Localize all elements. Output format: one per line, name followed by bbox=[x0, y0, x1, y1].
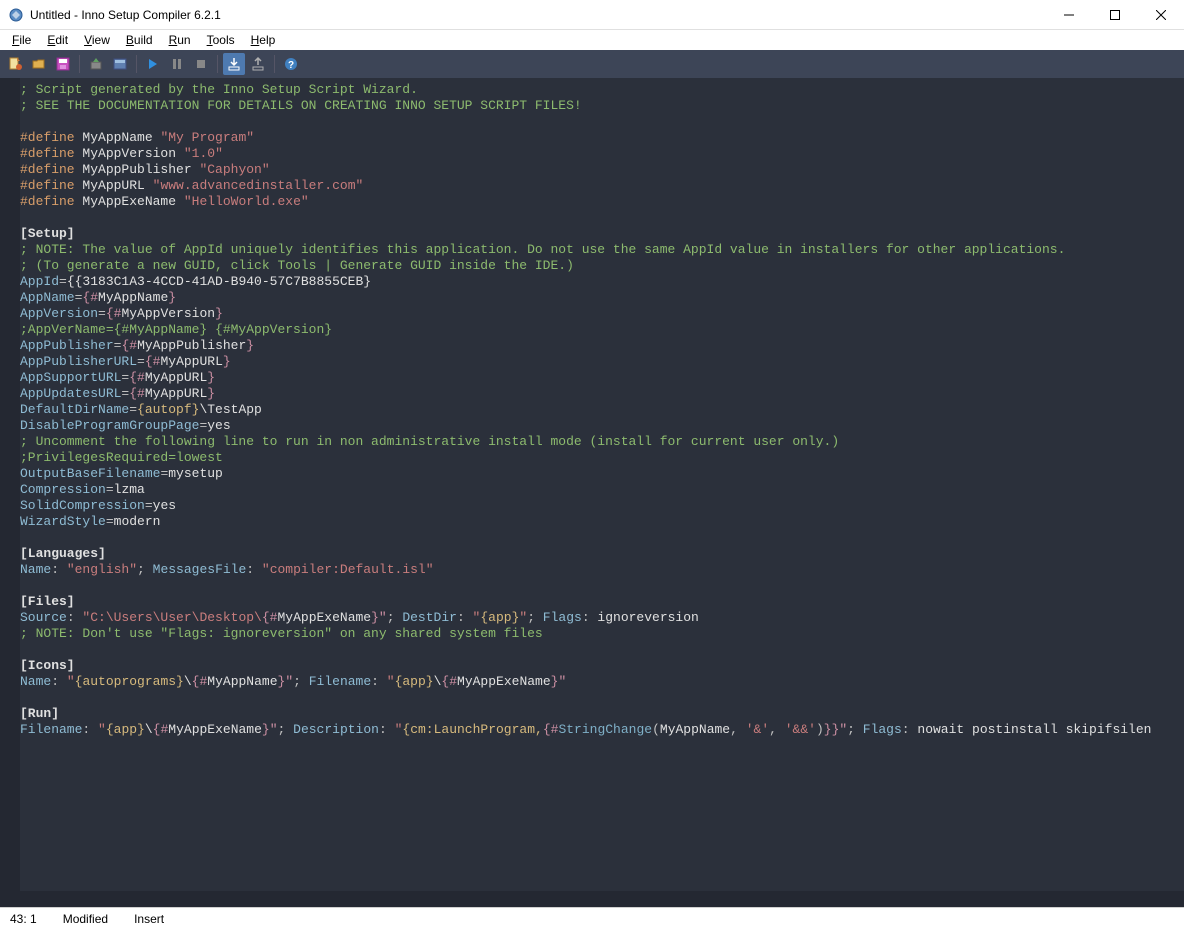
code-content[interactable]: ; Script generated by the Inno Setup Scr… bbox=[20, 78, 1184, 891]
toolbar: ? bbox=[0, 50, 1184, 78]
new-icon[interactable] bbox=[4, 53, 26, 75]
target-upload-icon[interactable] bbox=[247, 53, 269, 75]
modified-indicator: Modified bbox=[63, 912, 116, 926]
run-icon[interactable] bbox=[142, 53, 164, 75]
stop-icon[interactable] bbox=[190, 53, 212, 75]
menu-build[interactable]: Build bbox=[118, 31, 161, 49]
editor[interactable]: ; Script generated by the Inno Setup Scr… bbox=[0, 78, 1184, 891]
menu-view[interactable]: View bbox=[76, 31, 118, 49]
open-icon[interactable] bbox=[28, 53, 50, 75]
toolbar-separator bbox=[274, 55, 275, 73]
statusbar: 43: 1 Modified Insert bbox=[0, 907, 1184, 929]
menu-file[interactable]: File bbox=[4, 31, 39, 49]
toolbar-separator bbox=[136, 55, 137, 73]
compile-run-icon[interactable] bbox=[109, 53, 131, 75]
maximize-button[interactable] bbox=[1092, 0, 1138, 30]
menu-help[interactable]: Help bbox=[243, 31, 284, 49]
menu-tools[interactable]: Tools bbox=[199, 31, 243, 49]
toolbar-separator bbox=[217, 55, 218, 73]
menu-run[interactable]: Run bbox=[161, 31, 199, 49]
window-controls bbox=[1046, 0, 1184, 30]
insert-mode: Insert bbox=[134, 912, 172, 926]
titlebar: Untitled - Inno Setup Compiler 6.2.1 bbox=[0, 0, 1184, 30]
toolbar-separator bbox=[79, 55, 80, 73]
svg-text:?: ? bbox=[288, 60, 294, 71]
gutter bbox=[0, 78, 20, 891]
window-title: Untitled - Inno Setup Compiler 6.2.1 bbox=[30, 8, 1046, 22]
menu-edit[interactable]: Edit bbox=[39, 31, 76, 49]
save-icon[interactable] bbox=[52, 53, 74, 75]
minimize-button[interactable] bbox=[1046, 0, 1092, 30]
close-button[interactable] bbox=[1138, 0, 1184, 30]
menubar: File Edit View Build Run Tools Help bbox=[0, 30, 1184, 50]
target-download-icon[interactable] bbox=[223, 53, 245, 75]
app-icon bbox=[8, 7, 24, 23]
compile-icon[interactable] bbox=[85, 53, 107, 75]
output-panel bbox=[0, 891, 1184, 907]
help-icon[interactable]: ? bbox=[280, 53, 302, 75]
cursor-position: 43: 1 bbox=[10, 912, 45, 926]
pause-icon[interactable] bbox=[166, 53, 188, 75]
